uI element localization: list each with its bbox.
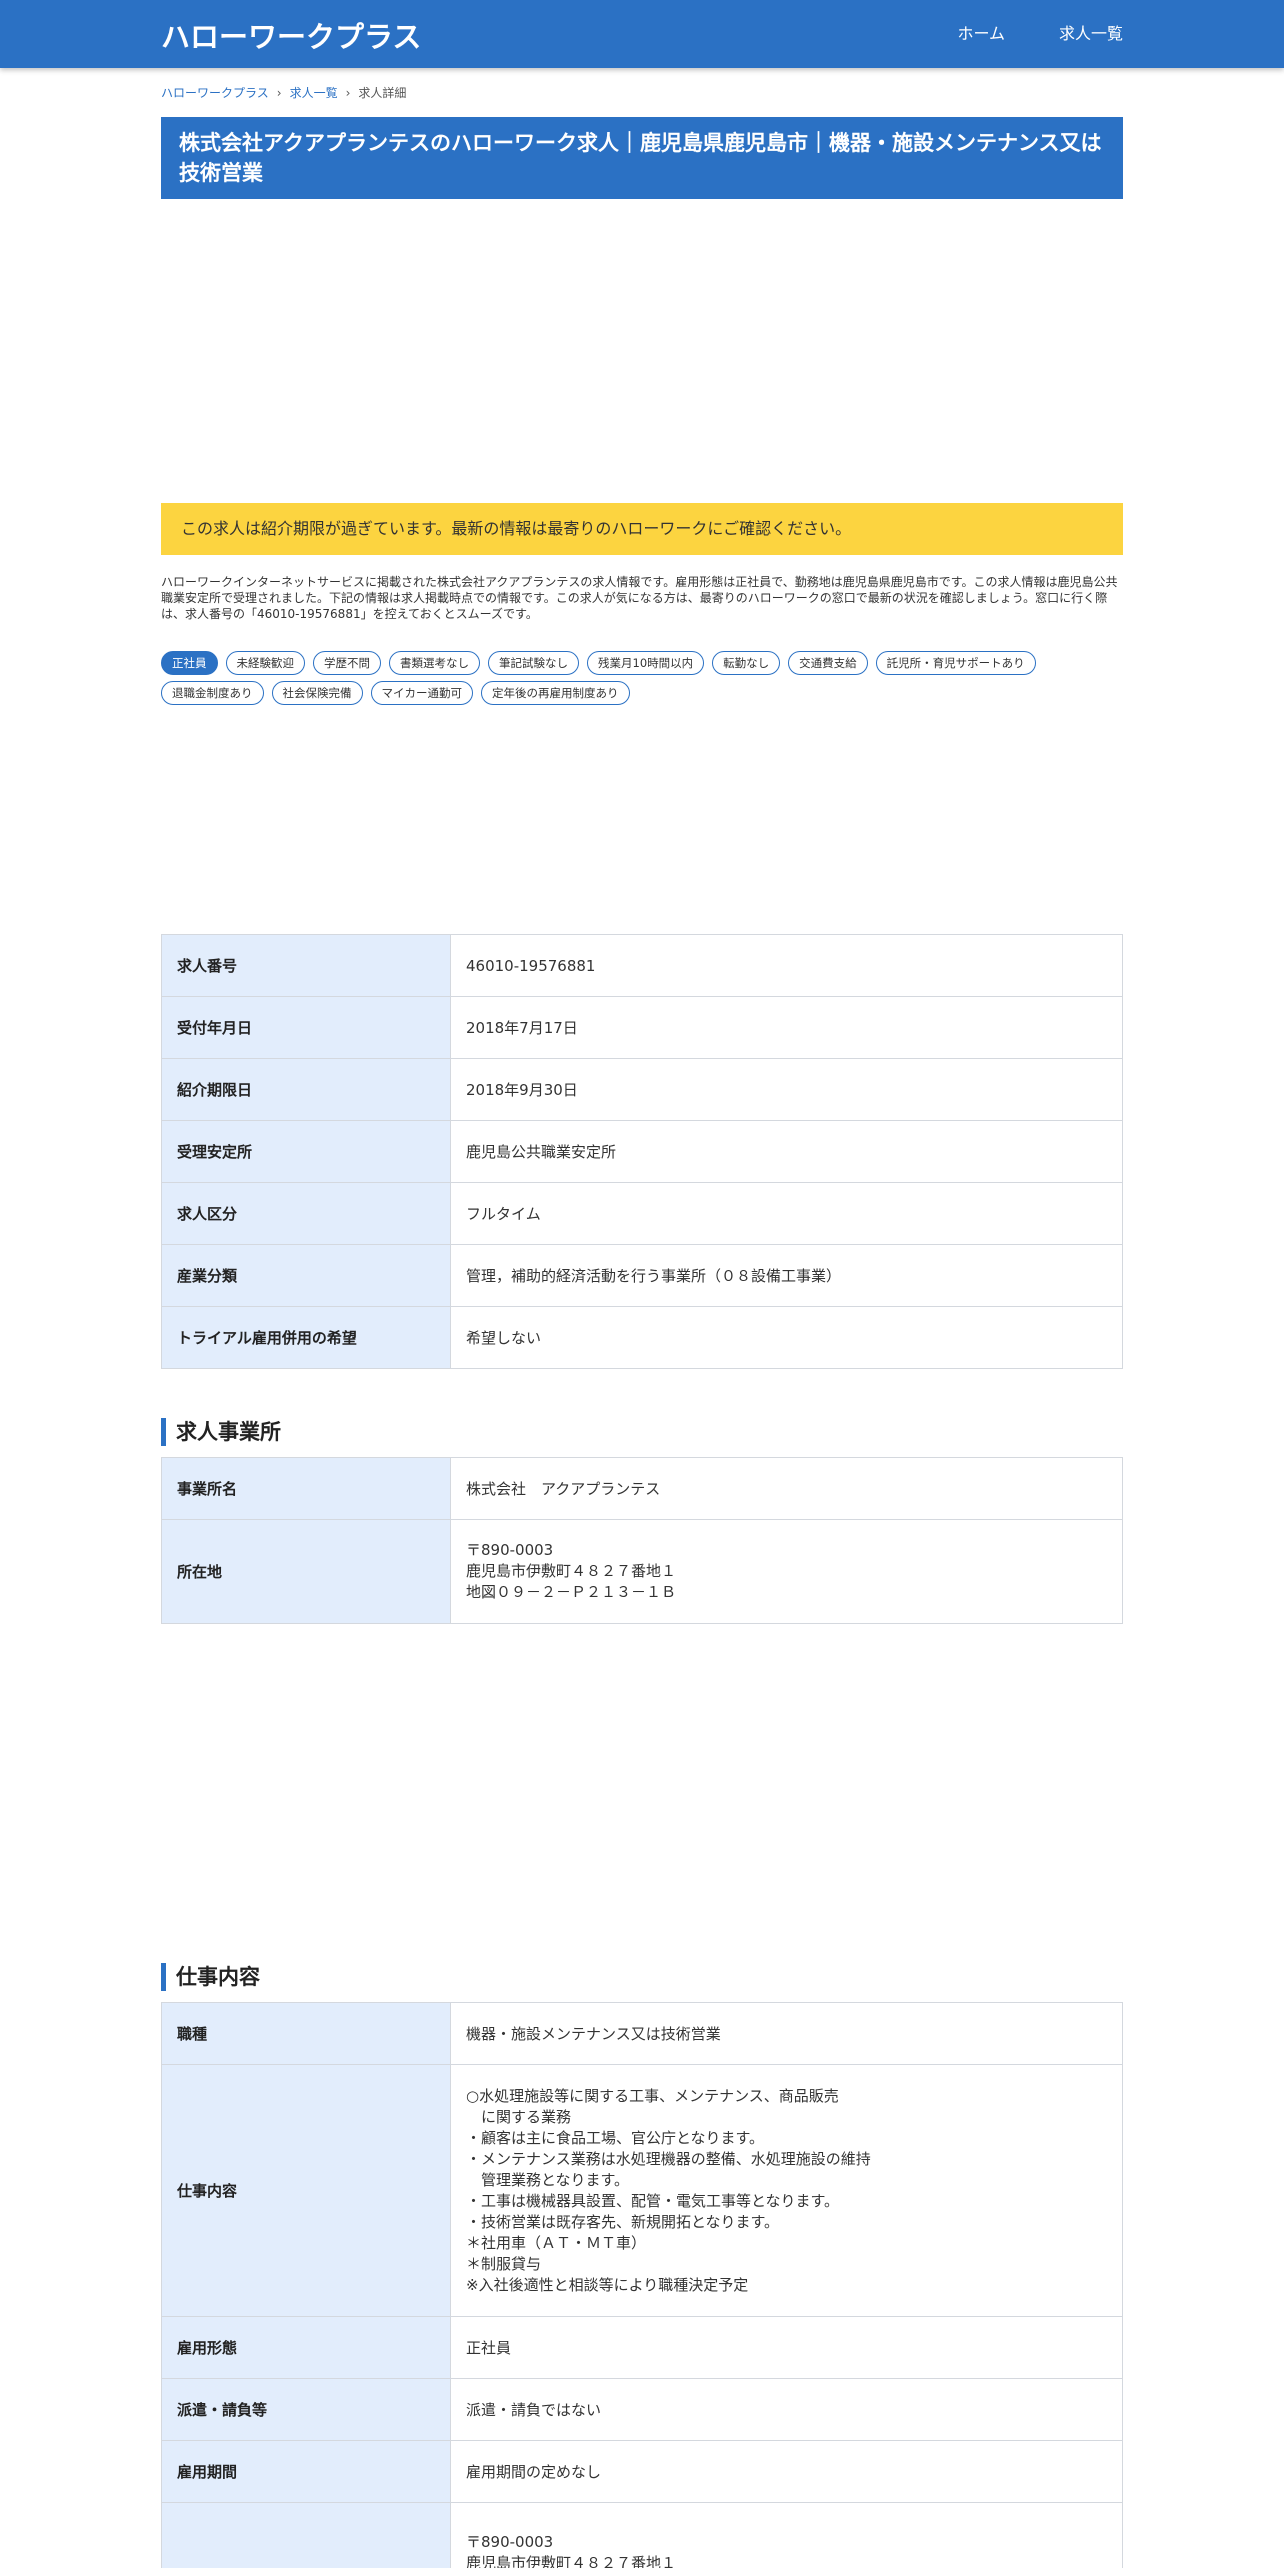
table-row: 派遣・請負等 派遣・請負ではない xyxy=(161,2378,1123,2441)
row-label: 求人番号 xyxy=(161,934,451,997)
feature-tag: 託児所・育児サポートあり xyxy=(875,651,1036,675)
table-row: 紹介期限日 2018年9月30日 xyxy=(161,1058,1123,1121)
table-row: 〒890-0003 鹿児島市伊敷町４８２７番地１ xyxy=(161,2502,1123,2568)
tag-employment-type: 正社員 xyxy=(161,651,218,675)
table-row: 求人番号 46010-19576881 xyxy=(161,934,1123,997)
row-value: 管理，補助的経済活動を行う事業所（０８設備工事業） xyxy=(450,1244,1123,1307)
row-label: 派遣・請負等 xyxy=(161,2378,451,2441)
main-nav: ホーム 求人一覧 xyxy=(957,20,1123,44)
feature-tag: 学歴不問 xyxy=(313,651,381,675)
table-row: 受理安定所 鹿児島公共職業安定所 xyxy=(161,1120,1123,1183)
row-value: 正社員 xyxy=(450,2316,1123,2379)
row-value: 2018年9月30日 xyxy=(450,1058,1123,1121)
table-row: 所在地 〒890-0003 鹿児島市伊敷町４８２７番地１ 地図０９－２－Ｐ２１３… xyxy=(161,1519,1123,1624)
row-label: 職種 xyxy=(161,2002,451,2065)
office-info-table: 事業所名 株式会社 アクアプランテス 所在地 〒890-0003 鹿児島市伊敷町… xyxy=(161,1457,1123,1624)
table-row: 仕事内容 ○水処理施設等に関する工事、メンテナンス、商品販売 に関する業務 ・顧… xyxy=(161,2064,1123,2317)
feature-tag: 転勤なし xyxy=(712,651,781,675)
basic-info-table: 求人番号 46010-19576881 受付年月日 2018年7月17日 紹介期… xyxy=(161,934,1123,1369)
feature-tag: 退職金制度あり xyxy=(161,681,264,705)
breadcrumb-current: 求人詳細 xyxy=(358,86,407,100)
row-label: 仕事内容 xyxy=(161,2064,451,2317)
table-row: 産業分類 管理，補助的経済活動を行う事業所（０８設備工事業） xyxy=(161,1244,1123,1307)
feature-tag: 社会保険完備 xyxy=(271,681,363,705)
breadcrumb-job-list-link[interactable]: 求人一覧 xyxy=(290,84,338,101)
breadcrumb: ハローワークプラス › 求人一覧 › 求人詳細 xyxy=(161,84,406,101)
row-value: フルタイム xyxy=(450,1182,1123,1245)
job-info-table: 職種 機器・施設メンテナンス又は技術営業 仕事内容 ○水処理施設等に関する工事、… xyxy=(161,2002,1123,2568)
nav-job-list-link[interactable]: 求人一覧 xyxy=(1059,20,1123,44)
table-row: 雇用形態 正社員 xyxy=(161,2316,1123,2379)
feature-tag: 書類選考なし xyxy=(389,651,480,675)
row-label: 雇用期間 xyxy=(161,2440,451,2503)
nav-home-link[interactable]: ホーム xyxy=(957,20,1005,44)
row-label: 産業分類 xyxy=(161,1244,451,1307)
row-value: ○水処理施設等に関する工事、メンテナンス、商品販売 に関する業務 ・顧客は主に食… xyxy=(450,2064,1123,2317)
row-value: 機器・施設メンテナンス又は技術営業 xyxy=(450,2002,1123,2065)
table-row: 雇用期間 雇用期間の定めなし xyxy=(161,2440,1123,2503)
feature-tag: 定年後の再雇用制度あり xyxy=(481,681,630,705)
table-row: 受付年月日 2018年7月17日 xyxy=(161,996,1123,1059)
row-label: 事業所名 xyxy=(161,1457,451,1520)
row-value: 雇用期間の定めなし xyxy=(450,2440,1123,2503)
table-row: 求人区分 フルタイム xyxy=(161,1182,1123,1245)
feature-tag: 筆記試験なし xyxy=(488,651,579,675)
breadcrumb-home-link[interactable]: ハローワークプラス xyxy=(161,84,269,101)
feature-tag: 未経験歓迎 xyxy=(225,651,305,675)
site-logo[interactable]: ハローワークプラス xyxy=(161,14,421,56)
feature-tags: 正社員 未経験歓迎 学歴不問 書類選考なし 筆記試験なし 残業月10時間以内 転… xyxy=(161,651,1123,705)
row-value: 派遣・請負ではない xyxy=(450,2378,1123,2441)
page-title: 株式会社アクアプランテスのハローワーク求人｜鹿児島県鹿児島市｜機器・施設メンテナ… xyxy=(161,117,1123,199)
row-label: 求人区分 xyxy=(161,1182,451,1245)
feature-tag: マイカー通勤可 xyxy=(370,681,473,705)
row-label: トライアル雇用併用の希望 xyxy=(161,1306,451,1369)
row-label: 紹介期限日 xyxy=(161,1058,451,1121)
chevron-right-icon: › xyxy=(276,85,282,100)
feature-tag: 交通費支給 xyxy=(788,651,868,675)
row-label: 所在地 xyxy=(161,1519,451,1624)
table-row: 事業所名 株式会社 アクアプランテス xyxy=(161,1457,1123,1520)
section-title-job: 仕事内容 xyxy=(161,1963,260,1991)
table-row: トライアル雇用併用の希望 希望しない xyxy=(161,1306,1123,1369)
row-value: 〒890-0003 鹿児島市伊敷町４８２７番地１ xyxy=(450,2502,1123,2568)
row-value: 株式会社 アクアプランテス xyxy=(450,1457,1123,1520)
row-value: 希望しない xyxy=(450,1306,1123,1369)
row-value: 2018年7月17日 xyxy=(450,996,1123,1059)
chevron-right-icon: › xyxy=(345,85,351,100)
row-value: 46010-19576881 xyxy=(450,934,1123,997)
row-value: 〒890-0003 鹿児島市伊敷町４８２７番地１ 地図０９－２－Ｐ２１３－１Ｂ xyxy=(450,1519,1123,1624)
row-label: 受付年月日 xyxy=(161,996,451,1059)
row-label: 受理安定所 xyxy=(161,1120,451,1183)
feature-tag: 残業月10時間以内 xyxy=(587,651,705,675)
section-title-office: 求人事業所 xyxy=(161,1418,281,1446)
row-label: 雇用形態 xyxy=(161,2316,451,2379)
row-label xyxy=(161,2502,451,2568)
site-header: ハローワークプラス ホーム 求人一覧 xyxy=(0,0,1284,68)
row-value: 鹿児島公共職業安定所 xyxy=(450,1120,1123,1183)
table-row: 職種 機器・施設メンテナンス又は技術営業 xyxy=(161,2002,1123,2065)
intro-text: ハローワークインターネットサービスに掲載された株式会社アクアプランテスの求人情報… xyxy=(161,575,1118,621)
expired-alert: この求人は紹介期限が過ぎています。最新の情報は最寄りのハローワークにご確認くださ… xyxy=(161,503,1123,555)
